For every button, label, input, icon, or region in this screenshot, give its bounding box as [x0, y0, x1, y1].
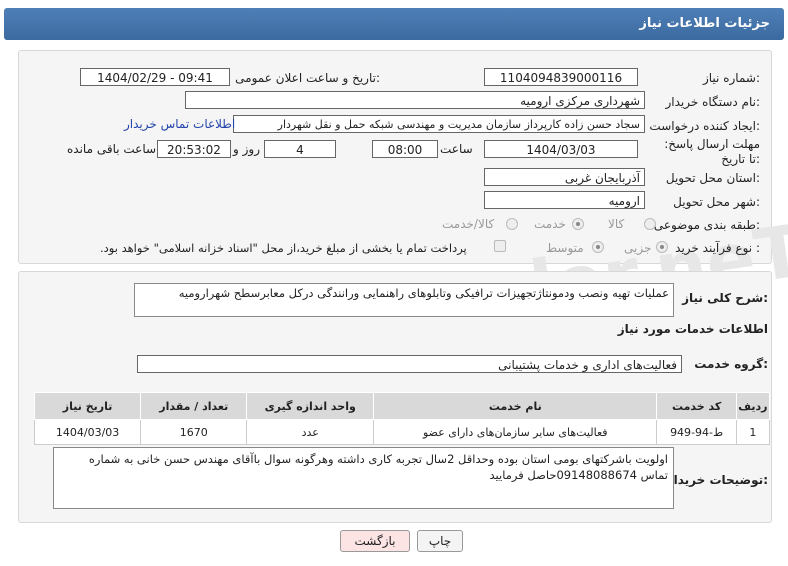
category-goods-service-label: کالا/خدمت [442, 217, 495, 231]
process-medium-label: متوسط [546, 241, 584, 255]
buyer-contact-link[interactable]: اطلاعات تماس خریدار [124, 117, 235, 131]
buyer-notes-label: توضیحات خریدار: [666, 473, 768, 487]
deadline-time-label: ساعت [440, 142, 473, 156]
category-goods-service-radio[interactable] [506, 218, 518, 230]
payment-note: پرداخت تمام یا بخشی از مبلغ خرید،از محل … [100, 241, 467, 255]
col-index: ردیف [735, 392, 771, 420]
service-group-label: گروه خدمت: [694, 357, 768, 371]
print-button[interactable]: چاپ [417, 530, 463, 552]
announce-field: 1404/02/29 - 09:41 [80, 68, 230, 86]
days-field: 4 [264, 140, 336, 158]
days-label: روز و [233, 142, 260, 156]
deadline-label: مهلت ارسال پاسخ: تا تاریخ: [664, 137, 760, 166]
province-label: استان محل تحویل: [665, 171, 760, 185]
col-qty: تعداد / مقدار [140, 392, 248, 420]
remaining-time-field: 20:53:02 [157, 140, 231, 158]
page-title: جزئیات اطلاعات نیاز [639, 16, 770, 31]
cell-qty: 1670 [140, 419, 248, 445]
table-row: 1 ط-94-949 فعالیت‌های سایر سازمان‌های دا… [33, 419, 771, 445]
cell-date: 1404/03/03 [33, 419, 142, 445]
col-name: نام خدمت [373, 392, 658, 420]
category-service-radio[interactable] [572, 218, 584, 230]
col-unit: واحد اندازه گیری [246, 392, 375, 420]
process-partial-label: جزیی [624, 241, 652, 255]
process-partial-radio[interactable] [656, 241, 668, 253]
category-service-label: خدمت [534, 217, 566, 231]
process-label: نوع فرآیند خرید : [675, 241, 760, 255]
city-label: شهر محل تحویل: [673, 195, 760, 209]
buyer-org-label: نام دستگاه خریدار: [665, 95, 761, 109]
category-label: طبقه بندی موضوعی: [653, 218, 760, 232]
service-group-field: فعالیت‌های اداری و خدمات پشتیبانی [137, 355, 682, 373]
cell-unit: عدد [246, 419, 375, 445]
process-medium-radio[interactable] [592, 241, 604, 253]
page-header: جزئیات اطلاعات نیاز [4, 8, 784, 40]
requester-label: ایجاد کننده درخواست: [649, 119, 760, 133]
announce-label: تاریخ و ساعت اعلان عمومی: [235, 71, 380, 85]
category-goods-label: کالا [608, 217, 625, 231]
buyer-notes-textarea[interactable]: اولویت باشرکتهای بومی استان بوده وحداقل … [53, 447, 674, 509]
category-goods-radio[interactable] [644, 218, 656, 230]
description-textarea[interactable]: عملیات تهیه ونصب ودمونتاژتجهیزات ترافیکی… [134, 283, 674, 317]
services-table: ردیف کد خدمت نام خدمت واحد اندازه گیری ت… [33, 392, 771, 445]
back-button[interactable]: بازگشت [340, 530, 410, 552]
cell-index: 1 [735, 419, 771, 445]
requester-field: سجاد حسن زاده کارپرداز سازمان مدیریت و م… [233, 115, 645, 133]
col-code: کد خدمت [656, 392, 737, 420]
remaining-label: ساعت باقی مانده [67, 142, 157, 156]
province-field: آذربایجان غربی [484, 168, 645, 186]
treasury-payment-checkbox[interactable] [494, 240, 506, 252]
city-field: ارومیه [484, 191, 645, 209]
col-date: تاریخ نیاز [33, 392, 142, 420]
description-label: شرح کلی نیاز: [682, 291, 768, 305]
cell-code: ط-94-949 [656, 419, 737, 445]
cell-name: فعالیت‌های سایر سازمان‌های دارای عضو [373, 419, 658, 445]
deadline-time-field: 08:00 [372, 140, 438, 158]
services-section-title: اطلاعات خدمات مورد نیاز [617, 322, 768, 336]
need-number-field: 1104094839000116 [484, 68, 638, 86]
buyer-org-field: شهرداری مرکزی ارومیه [185, 91, 645, 109]
deadline-date-field: 1404/03/03 [484, 140, 638, 158]
need-number-label: شماره نیاز: [702, 71, 760, 85]
table-header-row: ردیف کد خدمت نام خدمت واحد اندازه گیری ت… [33, 392, 771, 420]
